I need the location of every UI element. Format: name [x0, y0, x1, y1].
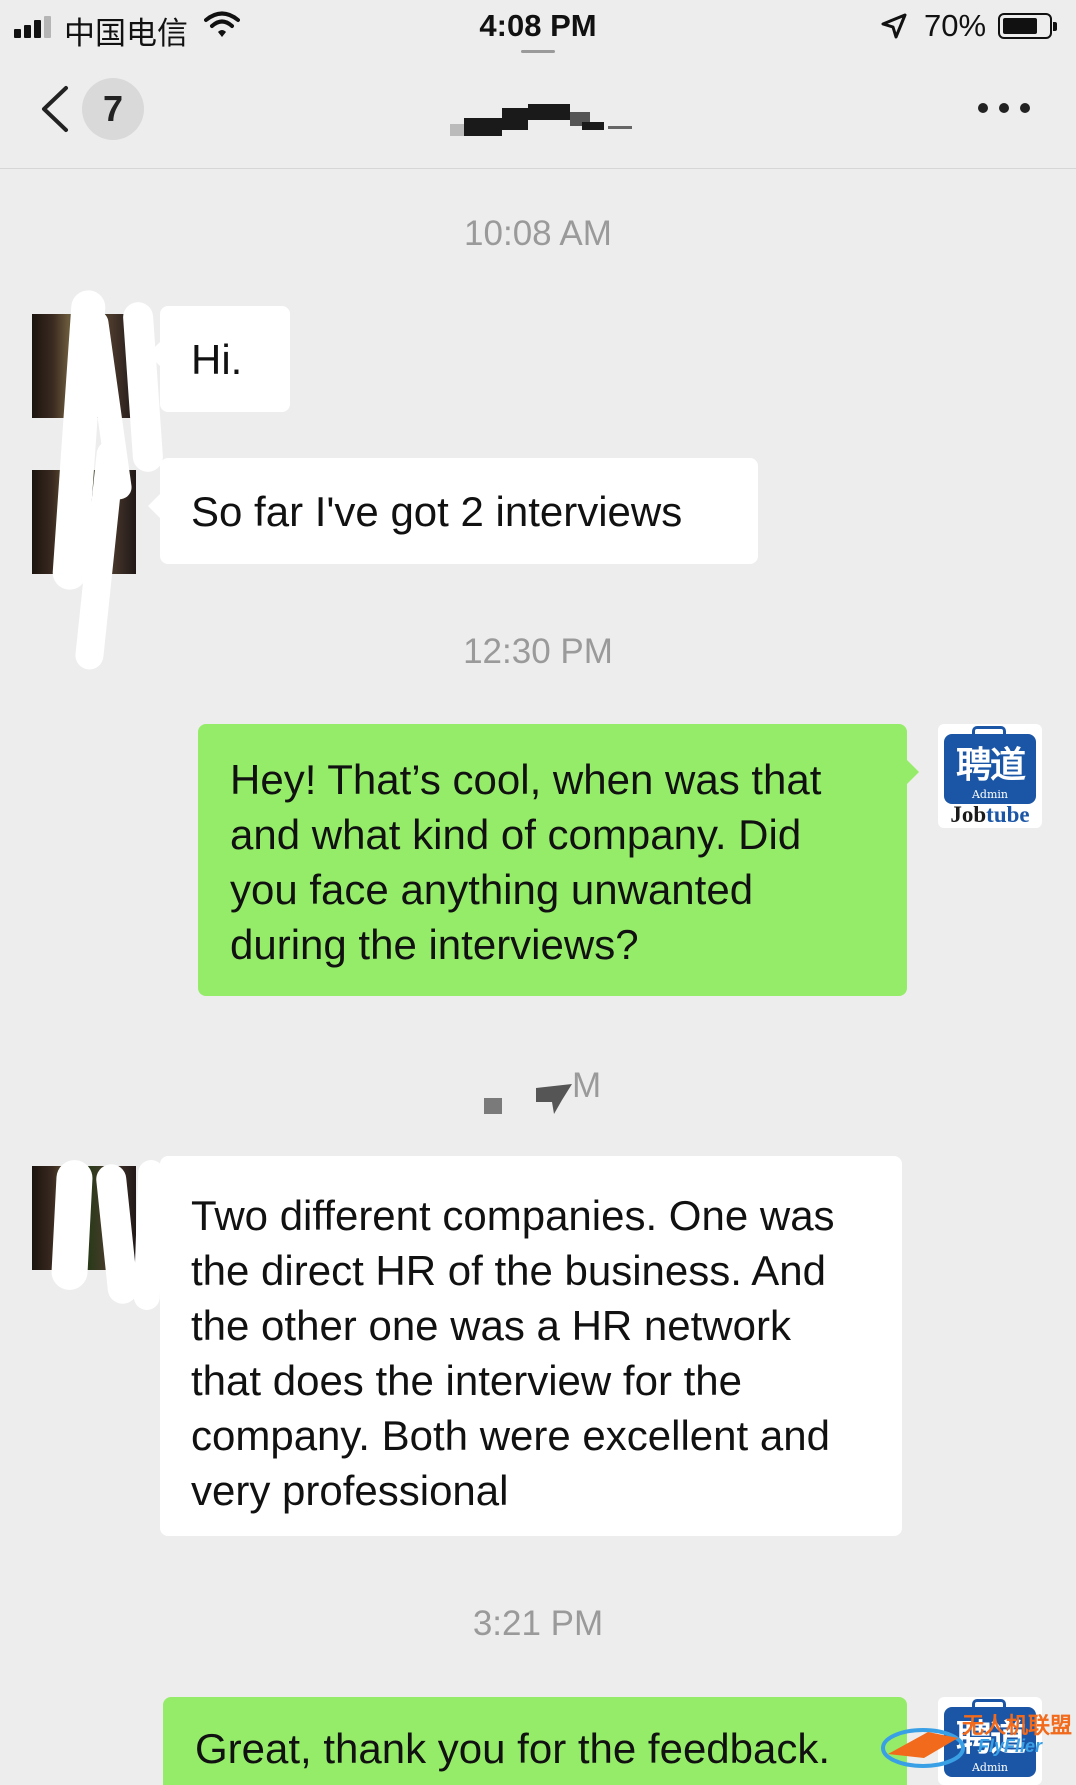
battery-percent: 70%: [924, 8, 987, 43]
battery-icon: [998, 13, 1057, 39]
back-button[interactable]: [36, 84, 76, 134]
avatar-admin-text: Admin: [971, 788, 1009, 801]
chevron-left-icon: [42, 86, 68, 132]
timestamp: 3:21 PM: [472, 1604, 604, 1643]
chat-header: 7: [0, 54, 1076, 169]
outgoing-message[interactable]: Hey! That’s cool, when was that and what…: [198, 724, 919, 996]
message-text: Great, thank you for the feedback.: [195, 1725, 831, 1772]
incoming-message[interactable]: So far I've got 2 interviews: [148, 458, 758, 564]
timestamp-redacted: M: [0, 1062, 1076, 1122]
location-arrow-icon: [880, 12, 908, 48]
site-watermark: 无人机联盟 FlyFlier: [878, 1706, 1076, 1785]
status-time-underline: [521, 50, 555, 53]
timestamp: 12:30 PM: [463, 632, 613, 671]
incoming-message[interactable]: Two different companies. One was the dir…: [148, 1156, 902, 1536]
more-dots-icon: [978, 103, 988, 113]
message-text: Hey! That’s cool, when was that and what…: [230, 756, 822, 968]
contact-avatar-redacted[interactable]: [32, 1159, 165, 1311]
contact-avatar-redacted[interactable]: [32, 289, 164, 671]
unread-count-badge[interactable]: 7: [82, 78, 144, 140]
message-text: Hi.: [191, 336, 243, 383]
incoming-message[interactable]: Hi.: [148, 306, 290, 412]
own-avatar-jobtube[interactable]: 聘道 Admin Jobtube: [938, 724, 1042, 828]
status-bar: 中国电信 4:08 PM 70%: [0, 0, 1076, 54]
more-options-button[interactable]: [978, 96, 1030, 120]
drone-logo-icon: [881, 1728, 965, 1768]
message-text: So far I've got 2 interviews: [191, 488, 683, 535]
avatar-brand-text: Jobtube: [950, 802, 1030, 827]
message-text: Two different companies. One was the dir…: [191, 1192, 835, 1514]
watermark-en: FlyFlier: [978, 1736, 1043, 1756]
outgoing-message[interactable]: Great, thank you for the feedback.: [163, 1697, 907, 1785]
timestamp-partial: M: [572, 1066, 602, 1105]
status-time: 4:08 PM: [479, 8, 597, 43]
timestamp: 10:08 AM: [464, 214, 612, 253]
avatar-logo-text: 聘道: [955, 744, 1026, 786]
chat-title-redacted: [450, 104, 635, 136]
